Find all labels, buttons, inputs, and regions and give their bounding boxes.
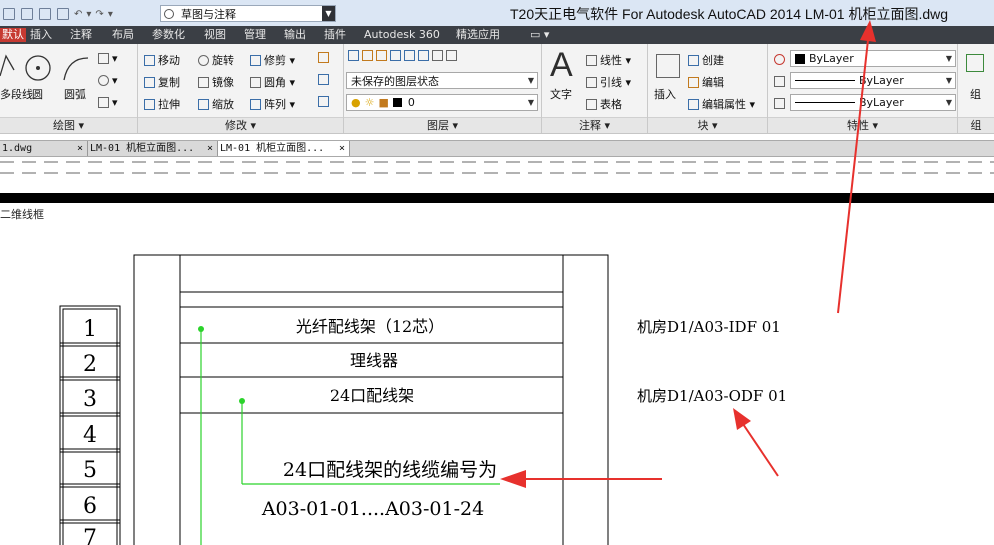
title-pointer-arrow [837,20,876,314]
